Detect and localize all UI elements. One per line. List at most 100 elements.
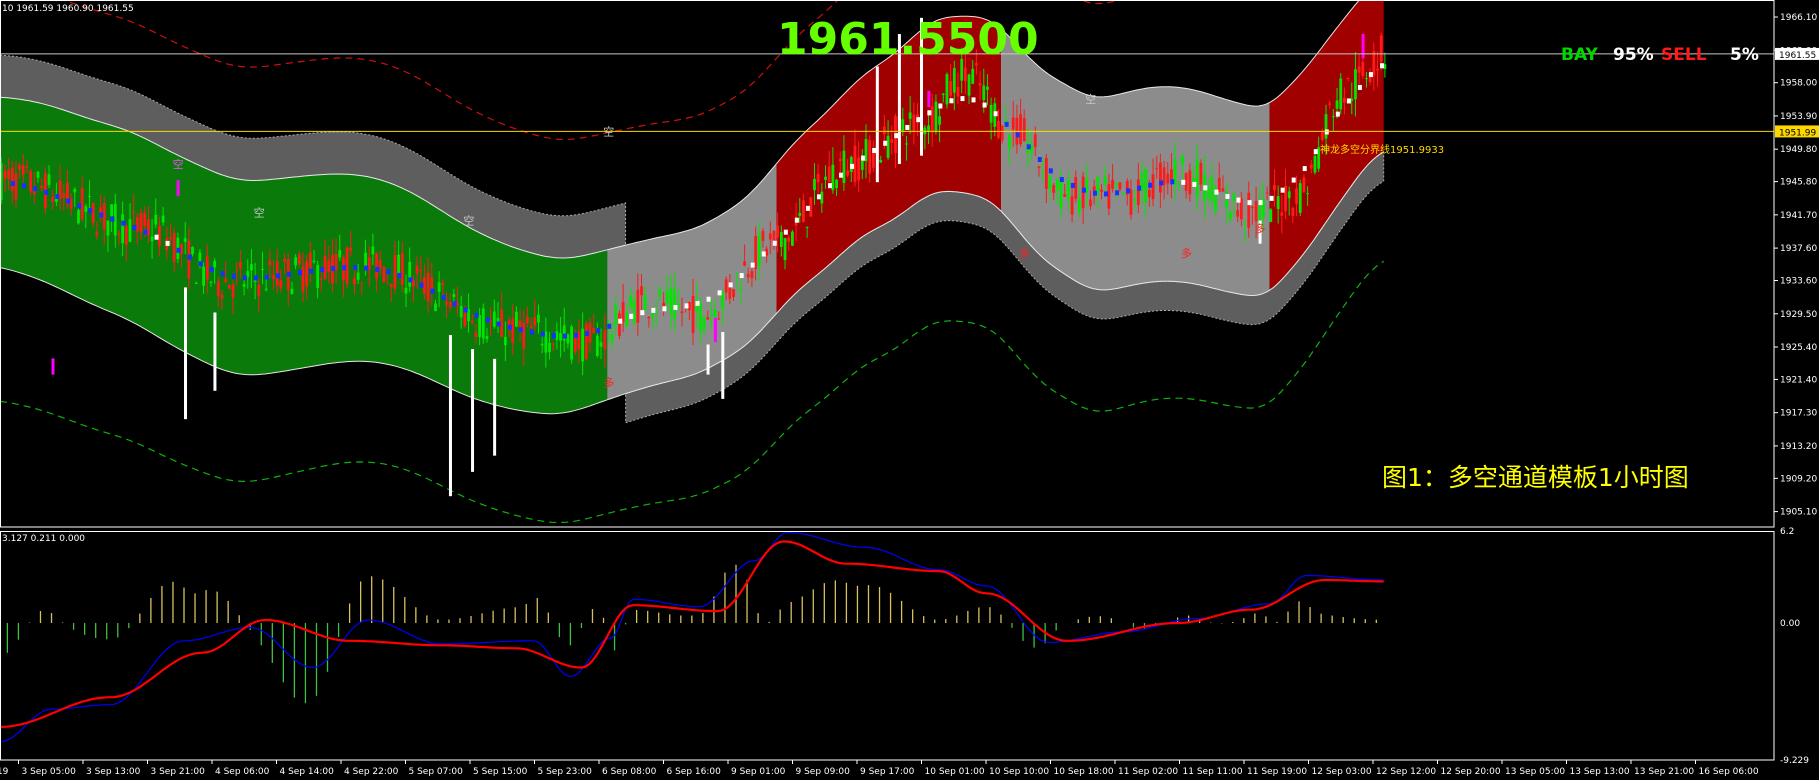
ma-dot (916, 117, 921, 123)
candle-body (419, 269, 423, 271)
candle-body (680, 311, 684, 314)
candle-body (1107, 184, 1111, 209)
signal-glyph: 空 (463, 214, 474, 228)
ma-dot (1236, 197, 1241, 203)
candle-body (739, 289, 743, 291)
candle-body (952, 68, 956, 93)
candle-body (474, 332, 478, 337)
candle-body (51, 197, 55, 203)
ma-dot (1380, 63, 1384, 69)
ma-dot (364, 265, 369, 271)
ma-dot (353, 265, 358, 271)
candle-body (963, 67, 967, 82)
x-tick-label: 9 Sep 09:00 (796, 767, 851, 777)
ma-dot (264, 274, 269, 280)
candle-body (239, 261, 242, 269)
ma-dot (850, 163, 855, 169)
candle-body (949, 80, 953, 96)
y-tick-label: 1958.00 (1780, 79, 1817, 89)
candle-body (47, 174, 51, 185)
candle-body (901, 119, 905, 132)
x-tick-label: 12 Sep 12:00 (1376, 767, 1436, 777)
ma-dot (331, 265, 336, 271)
ma-dot (1368, 72, 1373, 78)
sell-value: 5% (1730, 45, 1759, 65)
candle-body (36, 171, 40, 178)
candle-body (632, 299, 636, 324)
candle (570, 324, 573, 364)
ma-dot (982, 102, 987, 108)
ma-dot (1081, 187, 1086, 193)
candle-body (868, 140, 872, 174)
sell-label: SELL (1661, 45, 1707, 65)
candle-body (356, 272, 360, 280)
candle-body (702, 316, 706, 331)
candle-body (470, 321, 474, 323)
candle-body (787, 237, 791, 242)
y-tick-label: 1941.70 (1780, 211, 1817, 221)
candle-body (1306, 193, 1309, 195)
candle-body (220, 294, 224, 299)
candle-body (1276, 196, 1280, 210)
candle-body (290, 288, 294, 295)
candle-body (1291, 207, 1295, 217)
candle-body (1159, 162, 1162, 193)
ma-dot (397, 272, 402, 278)
candle-body (1287, 191, 1291, 199)
candle (584, 320, 588, 361)
magenta-marker (176, 179, 180, 197)
x-tick-label: 2 Sep 2019 (0, 767, 9, 777)
candle-body (540, 343, 544, 346)
candle-body (551, 343, 555, 345)
ma-dot (662, 306, 667, 312)
ma-dot (927, 110, 932, 116)
ma-dot (739, 273, 744, 279)
candle-body (227, 284, 231, 289)
ma-dot (607, 323, 612, 329)
candle-body (1033, 134, 1037, 148)
candle-body (1103, 176, 1107, 184)
candle-body (776, 225, 780, 238)
y-tick-label: 1925.40 (1780, 343, 1817, 353)
ma-dot (1247, 200, 1252, 206)
ma-dot (309, 268, 314, 274)
candle (227, 284, 231, 289)
candle-body (813, 179, 816, 191)
candle-body (338, 250, 342, 258)
candle-body (1361, 61, 1365, 77)
ma-dot (673, 304, 678, 310)
candle-body (570, 326, 573, 360)
candle-body (1136, 179, 1140, 206)
ma-dot (187, 254, 192, 260)
candle-body (827, 166, 831, 183)
ma-dot (971, 97, 976, 103)
candle-body (294, 257, 297, 266)
candle-body (316, 264, 320, 288)
ma-dot (1137, 185, 1142, 191)
ma-dot (1170, 179, 1175, 185)
x-tick-label: 3 Sep 13:00 (86, 767, 141, 777)
candle-body (603, 330, 607, 350)
candle-body (441, 282, 445, 285)
candle-body (529, 325, 533, 329)
ma-dot (1004, 121, 1009, 127)
candle-body (1372, 51, 1376, 76)
candle-body (1328, 103, 1332, 105)
candle-body (1078, 198, 1081, 213)
candle-body (481, 308, 485, 339)
candle-body (150, 236, 154, 242)
candle-body (1089, 199, 1092, 207)
magenta-marker (1361, 34, 1365, 59)
y-tick-label: 1945.80 (1780, 178, 1817, 188)
candle-body (216, 280, 220, 297)
ma-dot (66, 198, 71, 204)
magenta-marker (51, 358, 55, 375)
x-tick-label: 5 Sep 23:00 (538, 767, 593, 777)
candle-body (279, 279, 283, 289)
signal-bar (448, 335, 452, 497)
ma-dot (22, 183, 27, 189)
x-tick-label: 3 Sep 21:00 (151, 767, 206, 777)
candle-body (73, 189, 77, 193)
candle-body (1114, 183, 1118, 186)
candle-body (938, 116, 941, 125)
